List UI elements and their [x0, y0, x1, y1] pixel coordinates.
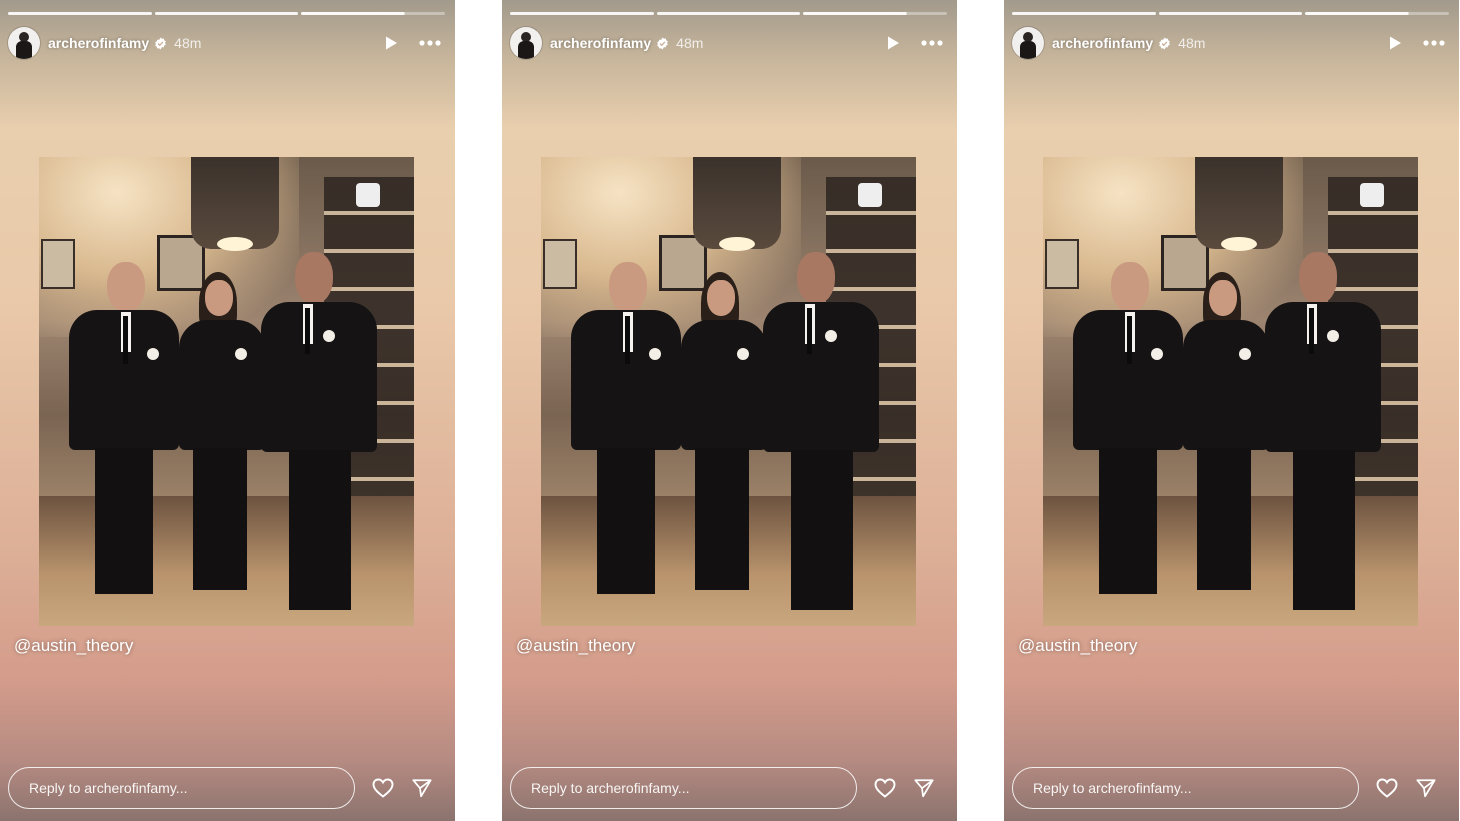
heart-icon[interactable] [1375, 776, 1399, 800]
progress-segment [8, 12, 152, 15]
mention-sticker[interactable]: @austin_theory [14, 636, 133, 656]
username[interactable]: archerofinfamy [550, 35, 651, 51]
story-header: archerofinfamy 48m [510, 27, 943, 59]
story-photo [1043, 157, 1418, 626]
progress-segment [656, 12, 801, 15]
more-options-icon[interactable] [921, 40, 943, 46]
reply-input[interactable] [1012, 767, 1359, 809]
story-panel: archerofinfamy 48m @austin_theory [0, 0, 455, 821]
avatar[interactable] [1012, 27, 1044, 59]
square-overlay [356, 183, 380, 207]
story-footer [510, 766, 941, 810]
post-time: 48m [676, 35, 704, 51]
play-icon[interactable] [1387, 35, 1403, 51]
story-progress-bar [8, 12, 446, 15]
story-photo [541, 157, 916, 626]
square-overlay [858, 183, 882, 207]
progress-segment [301, 12, 446, 15]
story-panel: archerofinfamy 48m @austin_theory [502, 0, 957, 821]
heart-icon[interactable] [371, 776, 395, 800]
send-icon[interactable] [1415, 777, 1437, 799]
play-icon[interactable] [885, 35, 901, 51]
story-panel: archerofinfamy 48m @austin_theory [1004, 0, 1459, 821]
progress-segment [1305, 12, 1450, 15]
story-progress-bar [510, 12, 948, 15]
heart-icon[interactable] [873, 776, 897, 800]
send-icon[interactable] [411, 777, 433, 799]
avatar[interactable] [8, 27, 40, 59]
progress-segment [1012, 12, 1156, 15]
mention-sticker[interactable]: @austin_theory [516, 636, 635, 656]
verified-badge-icon [1159, 37, 1170, 49]
progress-segment [1158, 12, 1303, 15]
story-photo [39, 157, 414, 626]
story-footer [1012, 766, 1443, 810]
verified-badge-icon [657, 37, 668, 49]
progress-segment [510, 12, 654, 15]
more-options-icon[interactable] [419, 40, 441, 46]
play-icon[interactable] [383, 35, 399, 51]
progress-segment [803, 12, 948, 15]
username[interactable]: archerofinfamy [48, 35, 149, 51]
verified-badge-icon [155, 37, 166, 49]
mention-sticker[interactable]: @austin_theory [1018, 636, 1137, 656]
send-icon[interactable] [913, 777, 935, 799]
story-header: archerofinfamy 48m [8, 27, 441, 59]
reply-input[interactable] [8, 767, 355, 809]
post-time: 48m [174, 35, 202, 51]
story-header: archerofinfamy 48m [1012, 27, 1445, 59]
square-overlay [1360, 183, 1384, 207]
story-footer [8, 766, 439, 810]
story-progress-bar [1012, 12, 1450, 15]
avatar[interactable] [510, 27, 542, 59]
reply-input[interactable] [510, 767, 857, 809]
username[interactable]: archerofinfamy [1052, 35, 1153, 51]
progress-segment [154, 12, 299, 15]
more-options-icon[interactable] [1423, 40, 1445, 46]
post-time: 48m [1178, 35, 1206, 51]
